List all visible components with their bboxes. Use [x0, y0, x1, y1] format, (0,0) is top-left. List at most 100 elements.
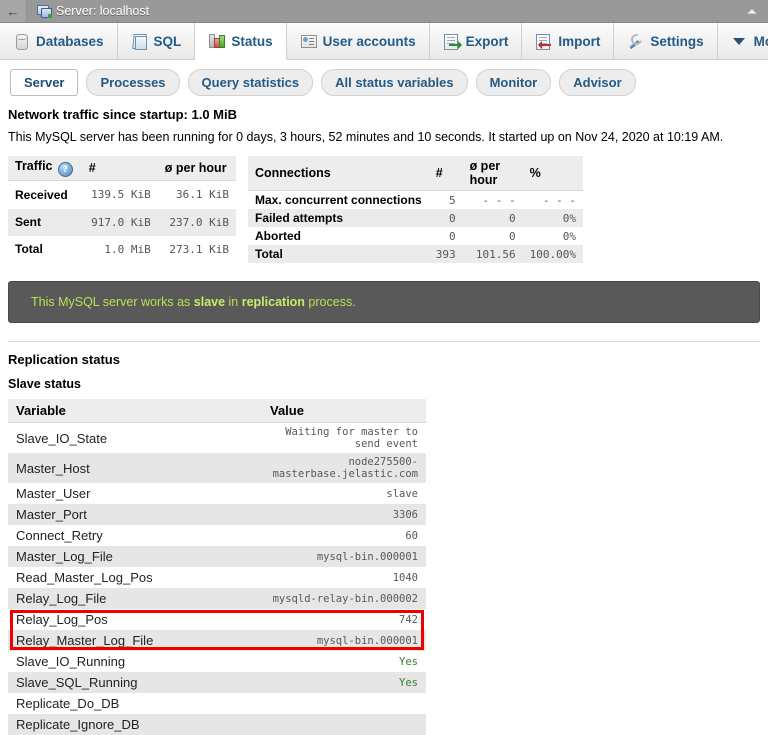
connections-row-per-hour: 0: [462, 209, 523, 227]
tab-import-label: Import: [558, 33, 601, 49]
replication-notice: This MySQL server works as slave in repl…: [8, 281, 760, 323]
help-question-icon[interactable]: ?: [57, 162, 73, 177]
traffic-row-count: 1.0 MiB: [81, 235, 158, 263]
subtab-server[interactable]: Server: [10, 69, 79, 96]
traffic-table: Traffic? # ø per hour Received 139.5 KiB…: [8, 156, 236, 263]
wrench-icon: [627, 31, 645, 50]
table-row: Master_Log_File mysql-bin.000001: [8, 546, 426, 567]
replication-status-title: Replication status: [8, 352, 120, 367]
connections-row-count: 0: [428, 227, 463, 245]
connections-table: Connections # ø per hour % Max. concurre…: [248, 156, 583, 263]
slave-status-table: Variable Value Slave_IO_State Waiting for…: [8, 399, 426, 735]
window-titlebar: ← Server: localhost ⏶: [0, 0, 768, 23]
repl-variable: Slave_IO_State: [8, 422, 262, 453]
connections-row-pct: - - -: [522, 190, 583, 209]
repl-value: Yes: [262, 672, 426, 693]
subtab-query-statistics[interactable]: Query statistics: [187, 69, 314, 96]
repl-variable: Read_Master_Log_Pos: [8, 567, 262, 588]
connections-row-label: Aborted: [248, 227, 429, 245]
traffic-row-label: Received: [8, 180, 82, 209]
table-row: Total 1.0 MiB 273.1 KiB: [8, 235, 236, 263]
table-row: Aborted 0 0 0%: [248, 227, 583, 245]
table-header-row: Variable Value: [8, 399, 426, 423]
section-divider: [8, 341, 760, 342]
table-row: Max. concurrent connections 5 - - - - - …: [248, 190, 583, 209]
traffic-header-label: Traffic?: [8, 156, 82, 181]
status-content: Network traffic since startup: 1.0 MiB T…: [0, 107, 768, 263]
server-icon: [37, 4, 52, 18]
notice-bold-replication: replication: [241, 295, 305, 309]
chevron-down-icon: [731, 33, 747, 49]
tab-settings[interactable]: Settings: [614, 23, 718, 59]
tab-more[interactable]: More: [717, 23, 768, 59]
tab-status[interactable]: Status: [195, 23, 287, 60]
table-row: Connect_Retry 60: [8, 525, 426, 546]
table-row: Received 139.5 KiB 36.1 KiB: [8, 180, 236, 209]
network-traffic-line: Network traffic since startup: 1.0 MiB: [8, 107, 237, 122]
table-row: Slave_IO_State Waiting for master to send…: [8, 422, 426, 453]
traffic-row-count: 139.5 KiB: [81, 180, 158, 209]
tab-user-accounts[interactable]: User accounts: [286, 23, 430, 59]
tab-databases[interactable]: Databases: [0, 23, 118, 59]
tab-more-label: More: [753, 33, 768, 49]
repl-variable: Relay_Log_File: [8, 588, 262, 609]
repl-value: node275500-masterbase.jelastic.com: [262, 453, 426, 483]
subtab-all-status-variables[interactable]: All status variables: [321, 69, 468, 96]
status-bars-icon: [208, 33, 226, 49]
connections-row-count: 0: [428, 209, 463, 227]
repl-value: mysqld-relay-bin.000002: [262, 588, 426, 609]
table-row: Master_Port 3306: [8, 504, 426, 525]
repl-variable: Master_Log_File: [8, 546, 262, 567]
connections-header-per-hour: ø per hour: [462, 156, 523, 191]
table-row: Failed attempts 0 0 0%: [248, 209, 583, 227]
slave-status-title: Slave status: [8, 377, 81, 391]
repl-variable: Slave_SQL_Running: [8, 672, 262, 693]
tab-export[interactable]: Export: [429, 23, 523, 59]
traffic-header-count: #: [81, 156, 158, 181]
repl-value: Yes: [262, 651, 426, 672]
repl-variable: Connect_Retry: [8, 525, 262, 546]
connections-row-count: 5: [428, 190, 463, 209]
connections-header-label: Connections: [248, 156, 429, 191]
repl-variable: Relay_Log_Pos: [8, 609, 262, 630]
table-header-row: Traffic? # ø per hour: [8, 156, 236, 181]
notice-text-before: This MySQL server works as: [31, 295, 194, 309]
repl-variable: Master_Host: [8, 453, 262, 483]
connections-row-pct: 100.00%: [522, 245, 583, 263]
window-title: Server: localhost: [56, 4, 150, 18]
connections-row-per-hour: - - -: [462, 190, 523, 209]
connections-row-label: Total: [248, 245, 429, 263]
tab-user-accounts-label: User accounts: [322, 33, 416, 49]
tab-export-label: Export: [465, 33, 509, 49]
subtab-processes[interactable]: Processes: [86, 69, 180, 96]
collapse-up-icon[interactable]: ⏶: [744, 3, 760, 19]
repl-header-variable: Variable: [8, 399, 262, 423]
table-row: Master_User slave: [8, 483, 426, 504]
repl-value: [262, 693, 426, 714]
tab-import[interactable]: Import: [522, 23, 615, 59]
connections-row-label: Max. concurrent connections: [248, 190, 429, 209]
repl-value: Waiting for master to send event: [262, 422, 426, 453]
connections-row-per-hour: 101.56: [462, 245, 523, 263]
table-row-highlighted: Slave_SQL_Running Yes: [8, 672, 426, 693]
subtab-advisor[interactable]: Advisor: [559, 69, 636, 96]
subtab-monitor[interactable]: Monitor: [475, 69, 552, 96]
connections-header-count: #: [428, 156, 463, 191]
table-row: Sent 917.0 KiB 237.0 KiB: [8, 208, 236, 236]
tab-sql-label: SQL: [153, 33, 182, 49]
traffic-row-count: 917.0 KiB: [81, 208, 158, 236]
tab-sql[interactable]: SQL: [117, 23, 196, 59]
connections-header-pct: %: [522, 156, 583, 191]
repl-value: 60: [262, 525, 426, 546]
summary-tables: Traffic? # ø per hour Received 139.5 KiB…: [8, 156, 760, 263]
tab-status-label: Status: [231, 33, 273, 49]
connections-row-pct: 0%: [522, 209, 583, 227]
traffic-row-per-hour: 237.0 KiB: [157, 208, 236, 236]
back-arrow-icon[interactable]: ←: [0, 0, 27, 22]
repl-variable: Relay_Master_Log_File: [8, 630, 262, 651]
repl-value: mysql-bin.000001: [262, 630, 426, 651]
repl-variable: Slave_IO_Running: [8, 651, 262, 672]
table-row: Relay_Log_File mysqld-relay-bin.000002: [8, 588, 426, 609]
sql-page-icon: [131, 33, 147, 50]
repl-variable: Master_User: [8, 483, 262, 504]
